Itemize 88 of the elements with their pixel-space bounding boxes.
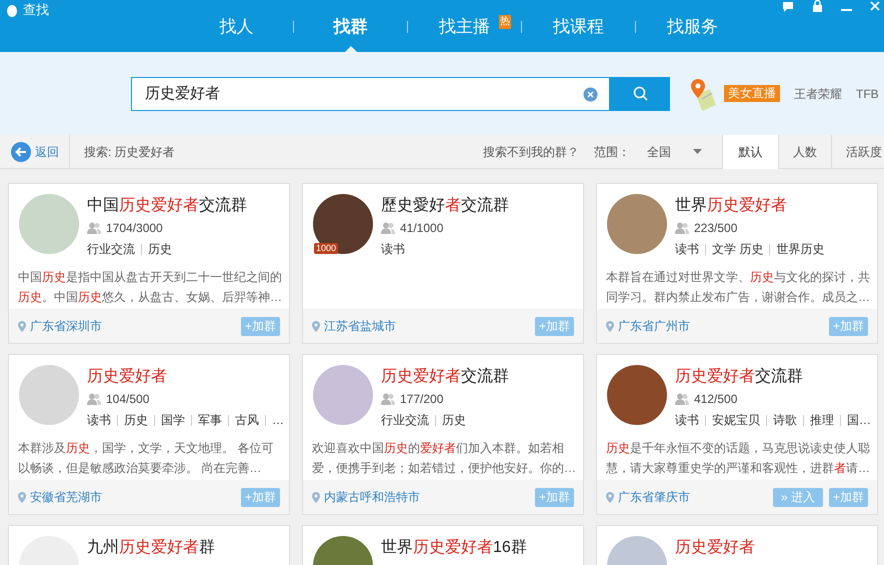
group-card[interactable]: 中国历史爱好者交流群 1704/3000 行业交流 历史 中国历史是指中国从盘古开天到二十一世纪之间的 历史。中国历史悠久，从盘古、女娲、后羿等神… 广东省深圳市 +加群 [8, 183, 290, 344]
group-card[interactable]: 历史爱好者交流群 412/500 读书 安妮宝贝 诗歌 推理 国… 历史是千年永恒不变的话题，马克思说读史使人聪慧，请大家尊重史学的严谨和客观性，进群者请… 广东省肇庆市 » 进入 +加群 [596, 354, 878, 515]
group-tag: 读书 [675, 411, 699, 429]
help-link[interactable]: 搜索不到我的群？ [483, 142, 579, 160]
group-card[interactable]: 历史爱好者 104/500 读书 历史 国学 军事 古风 … 本群涉及历史，国学，文学，天文地理。 各位可以畅谈，但是敏感政治莫要牵涉。 尚在完善… 安徽省芜湖市 +加群 [8, 354, 290, 515]
group-tag: 国学 [161, 411, 185, 429]
members-icon [675, 222, 689, 234]
group-card[interactable]: 世界历史爱好者 223/500 读书 文学 历史 世界历史 本群旨在通过对世界文学、历史与文化的探讨，共同学习。群内禁止发布广告，谢谢合作。成员之… 广东省广州市 +加群 [596, 183, 878, 344]
group-tag: 推理 [810, 411, 834, 429]
group-location: 广东省深圳市 [30, 318, 102, 335]
member-count: 41/1000 [400, 220, 444, 237]
group-location: 广东省广州市 [618, 318, 690, 335]
location-pin-icon [312, 492, 320, 502]
group-location: 江苏省盐城市 [324, 318, 396, 335]
group-name[interactable]: 九州历史爱好者群 [87, 537, 215, 559]
group-name[interactable]: 世界历史爱好者16群 [381, 537, 527, 559]
level-badge: 1000 [314, 243, 338, 254]
sort-tab[interactable]: 默认 [722, 134, 778, 168]
group-description: 历史是千年永恒不变的话题，马克思说读史使人聪慧，请大家尊重史学的严谨和客观性，进群者请… [605, 440, 871, 477]
group-tag: 历史 [124, 411, 148, 429]
group-tag: 军事 [198, 411, 222, 429]
search-icon [632, 86, 648, 101]
group-tag: 行业交流 [87, 240, 135, 258]
group-tag: 世界历史 [776, 240, 824, 258]
members-icon [675, 393, 689, 405]
hot-badge: 热 [499, 15, 511, 29]
window-title: 查找 [23, 1, 49, 19]
lock-icon[interactable] [812, 0, 823, 12]
group-location: 内蒙古呼和浩特市 [324, 489, 420, 506]
search-query-text: 搜索: 历史爱好者 [84, 144, 175, 160]
group-tag: … [272, 411, 284, 429]
map-pin-icon[interactable] [688, 76, 718, 110]
group-name[interactable]: 历史爱好者 [87, 366, 284, 388]
close-icon[interactable] [870, 1, 880, 11]
search-field[interactable]: 历史爱好者 [131, 76, 610, 110]
group-tag: 文学 历史 [712, 240, 764, 258]
group-name[interactable]: 歷史愛好者交流群 [381, 195, 509, 217]
group-card[interactable]: 历史爱好者交流群 177/200 行业交流 历史 欢迎喜欢中国历史的爱好者们加入本群。如若相爱，便携手到老；如若错过，便护他安好。你的… 内蒙古呼和浩特市 +加群 [302, 354, 584, 515]
group-tag: 历史 [148, 240, 172, 258]
chat-icon[interactable] [782, 0, 794, 12]
group-name[interactable]: 中国历史爱好者交流群 [87, 195, 247, 217]
group-tag: 国… [847, 411, 871, 429]
location-pin-icon [18, 320, 26, 332]
hot-search-link[interactable]: TFB [856, 84, 879, 102]
group-card[interactable]: 世界历史爱好者16群 [302, 525, 584, 565]
sort-tab[interactable]: 活跃度 [831, 134, 884, 168]
group-description: 本群涉及历史，国学，文学，天文地理。 各位可以畅谈，但是敏感政治莫要牵涉。 尚在完善… [17, 440, 274, 477]
group-description: 欢迎喜欢中国历史的爱好者们加入本群。如若相爱，便携手到老；如若错过，便护他安好。你的… [311, 440, 577, 477]
group-tag: 古风 [235, 411, 259, 429]
group-name[interactable]: 世界历史爱好者 [675, 195, 824, 217]
group-tag: 读书 [381, 240, 405, 258]
members-icon [87, 222, 101, 234]
group-tag: 行业交流 [381, 411, 429, 429]
member-count: 104/500 [106, 391, 150, 408]
group-name[interactable]: 历史爱好者 [675, 537, 755, 559]
group-description: 中国历史是指中国从盘古开天到二十一世纪之间的 历史。中国历史悠久，从盘古、女娲、后羿等神… [17, 269, 283, 306]
location-pin-icon [606, 492, 614, 502]
members-icon [87, 393, 101, 405]
members-icon [381, 222, 395, 234]
back-link[interactable]: 返回 [0, 142, 69, 162]
group-name[interactable]: 历史爱好者交流群 [381, 366, 509, 388]
member-count: 177/200 [400, 391, 444, 408]
clear-icon[interactable] [583, 86, 598, 102]
members-icon [381, 393, 395, 405]
group-description: 本群旨在通过对世界文学、历史与文化的探讨，共同学习。群内禁止发布广告，谢谢合作。成员之… [605, 269, 871, 306]
caret-icon [693, 149, 702, 154]
member-count: 1704/3000 [106, 220, 163, 237]
group-name[interactable]: 历史爱好者交流群 [675, 366, 871, 388]
location-pin-icon [606, 320, 614, 332]
group-card[interactable]: 历史爱好者 [596, 525, 878, 565]
group-tag: 读书 [675, 240, 699, 258]
group-location: 安徽省芜湖市 [30, 489, 102, 506]
group-card[interactable]: 九州历史爱好者群 [8, 525, 290, 565]
group-tag: 读书 [87, 411, 111, 429]
search-button[interactable] [610, 76, 670, 110]
location-pin-icon [312, 320, 320, 332]
scope-label: 范围： [594, 144, 630, 160]
group-tag: 诗歌 [773, 411, 797, 429]
member-count: 223/500 [694, 220, 738, 237]
member-count: 412/500 [694, 391, 738, 408]
group-card[interactable]: 1000 歷史愛好者交流群 41/1000 读书 江苏省盐城市 +加群 [302, 183, 584, 344]
sort-tab[interactable]: 人数 [778, 134, 831, 168]
scope-dropdown[interactable]: 全国 [647, 142, 722, 160]
group-tag: 历史 [442, 411, 466, 429]
group-location: 广东省肇庆市 [618, 489, 690, 506]
hot-search-link[interactable]: 王者荣耀 [794, 84, 842, 102]
location-pin-icon [18, 492, 26, 502]
group-tag: 安妮宝贝 [712, 411, 760, 429]
